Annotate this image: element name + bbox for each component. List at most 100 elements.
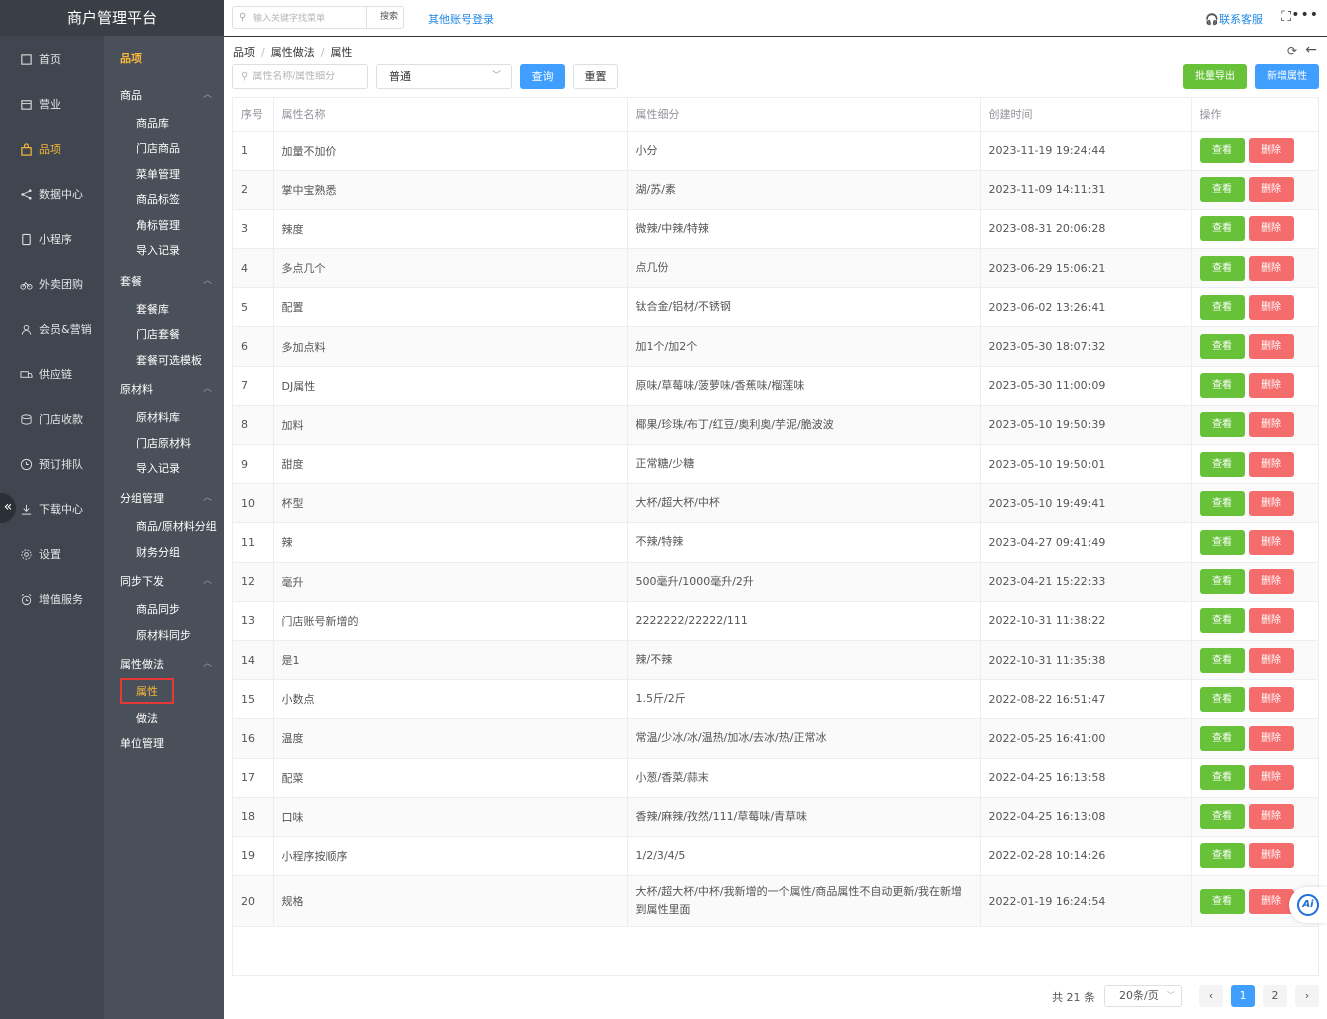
page-button[interactable]: 1 [1231,985,1255,1007]
delete-button[interactable]: 删除 [1248,490,1294,516]
view-button[interactable]: 查看 [1199,765,1245,791]
add-attribute-button[interactable]: 新增属性 [1255,64,1319,89]
delete-button[interactable]: 删除 [1248,334,1294,360]
delete-button[interactable]: 删除 [1248,412,1294,438]
row-index: 17 [233,758,274,798]
subnav-link-menu-management[interactable]: 菜单管理 [136,166,180,182]
nav-item-business[interactable]: 营业 [0,89,104,119]
delete-button[interactable]: 删除 [1248,255,1294,281]
nav-item-members[interactable]: 会员&营销 [0,314,104,344]
nav-item-data-center[interactable]: 数据中心 [0,179,104,209]
delete-button[interactable]: 删除 [1248,569,1294,595]
view-button[interactable]: 查看 [1199,647,1245,673]
subnav-link-goods-sync[interactable]: 商品同步 [136,601,180,617]
query-button[interactable]: 查询 [520,64,565,89]
delete-button[interactable]: 删除 [1248,529,1294,555]
nav-item-mini-program[interactable]: 小程序 [0,224,104,254]
nav-item-supply-chain[interactable]: 供应链 [0,359,104,389]
nav-item-settings[interactable]: 设置 [0,539,104,569]
view-button[interactable]: 查看 [1199,608,1245,634]
view-button[interactable]: 查看 [1199,569,1245,595]
nav-item-reservation[interactable]: 预订排队 [0,449,104,479]
subnav-link-attributes[interactable]: 属性 [120,678,174,704]
subnav-link-goods-material-group[interactable]: 商品/原材料分组 [136,518,217,534]
prev-page-button[interactable]: ‹ [1199,985,1223,1007]
subnav-link-goods-library[interactable]: 商品库 [136,115,169,131]
breadcrumb-item[interactable]: 品项 [233,46,255,59]
delete-button[interactable]: 删除 [1248,608,1294,634]
other-account-login-link[interactable]: 其他账号登录 [428,11,494,27]
nav-item-payments[interactable]: 门店收款 [0,404,104,434]
subnav-link-finance-group[interactable]: 财务分组 [136,544,180,560]
delete-button[interactable]: 删除 [1248,725,1294,751]
subnav-link-combo-library[interactable]: 套餐库 [136,301,169,317]
subnav-link-badge-management[interactable]: 角标管理 [136,217,180,233]
view-button[interactable]: 查看 [1199,843,1245,869]
subnav-link-methods[interactable]: 做法 [136,710,158,726]
view-button[interactable]: 查看 [1199,725,1245,751]
back-arrow-icon[interactable]: ← [1305,42,1317,58]
delete-button[interactable]: 删除 [1248,804,1294,830]
subnav-group-attributes[interactable]: 属性做法 ︿ [120,656,212,672]
delete-button[interactable]: 删除 [1248,647,1294,673]
delete-button[interactable]: 删除 [1248,888,1294,914]
delete-button[interactable]: 删除 [1248,177,1294,203]
view-button[interactable]: 查看 [1199,138,1245,164]
view-button[interactable]: 查看 [1199,216,1245,242]
subnav-group-sync[interactable]: 同步下发 ︿ [120,573,212,589]
subnav-group-grouping[interactable]: 分组管理 ︿ [120,490,212,506]
page-size-select[interactable]: 20条/页 ﹀ [1104,985,1182,1007]
more-icon[interactable]: ••• [1291,7,1319,23]
delete-button[interactable]: 删除 [1248,373,1294,399]
batch-export-button[interactable]: 批量导出 [1183,64,1247,89]
view-button[interactable]: 查看 [1199,255,1245,281]
refresh-icon[interactable]: ⟳ [1287,44,1297,58]
delete-button[interactable]: 删除 [1248,294,1294,320]
type-select[interactable]: 普通 ﹀ [376,64,512,89]
breadcrumb-item[interactable]: 属性做法 [271,46,315,59]
nav-item-value-added[interactable]: 增值服务 [0,584,104,614]
view-button[interactable]: 查看 [1199,888,1245,914]
contact-support-link[interactable]: 🎧联系客服 [1205,11,1263,27]
view-button[interactable]: 查看 [1199,412,1245,438]
reset-button[interactable]: 重置 [573,64,618,89]
view-button[interactable]: 查看 [1199,177,1245,203]
subnav-link-import-records[interactable]: 导入记录 [136,242,180,258]
menu-search-input[interactable] [253,12,363,23]
nav-item-delivery[interactable]: 外卖团购 [0,269,104,299]
subnav-link-store-combo[interactable]: 门店套餐 [136,326,180,342]
view-button[interactable]: 查看 [1199,451,1245,477]
nav-item-home[interactable]: 首页 [0,44,104,74]
subnav-link-goods-tags[interactable]: 商品标签 [136,191,180,207]
attribute-search-input[interactable] [252,71,363,82]
subnav-link-combo-template[interactable]: 套餐可选模板 [136,352,202,368]
page-button[interactable]: 2 [1263,985,1287,1007]
view-button[interactable]: 查看 [1199,529,1245,555]
subnav-link-material-library[interactable]: 原材料库 [136,409,180,425]
subnav-group-materials[interactable]: 原材料 ︿ [120,381,212,397]
delete-button[interactable]: 删除 [1248,765,1294,791]
delete-button[interactable]: 删除 [1248,451,1294,477]
view-button[interactable]: 查看 [1199,804,1245,830]
delete-button[interactable]: 删除 [1248,843,1294,869]
delete-button[interactable]: 删除 [1248,686,1294,712]
subnav-group-combo[interactable]: 套餐 ︿ [120,273,212,289]
menu-search-button[interactable]: 搜索 [366,7,411,28]
delete-button[interactable]: 删除 [1248,138,1294,164]
fullscreen-icon[interactable]: ⛶ [1281,9,1291,25]
next-page-button[interactable]: › [1295,985,1319,1007]
subnav-link-material-sync[interactable]: 原材料同步 [136,627,191,643]
view-button[interactable]: 查看 [1199,294,1245,320]
subnav-group-units[interactable]: 单位管理 [120,735,212,751]
view-button[interactable]: 查看 [1199,686,1245,712]
view-button[interactable]: 查看 [1199,373,1245,399]
ai-assistant-button[interactable]: Ai [1289,887,1327,923]
subnav-group-goods[interactable]: 商品 ︿ [120,87,212,103]
subnav-link-store-goods[interactable]: 门店商品 [136,140,180,156]
delete-button[interactable]: 删除 [1248,216,1294,242]
nav-item-products[interactable]: 品项 [0,134,104,164]
view-button[interactable]: 查看 [1199,490,1245,516]
subnav-link-store-materials[interactable]: 门店原材料 [136,435,191,451]
view-button[interactable]: 查看 [1199,334,1245,360]
subnav-link-material-import[interactable]: 导入记录 [136,460,180,476]
